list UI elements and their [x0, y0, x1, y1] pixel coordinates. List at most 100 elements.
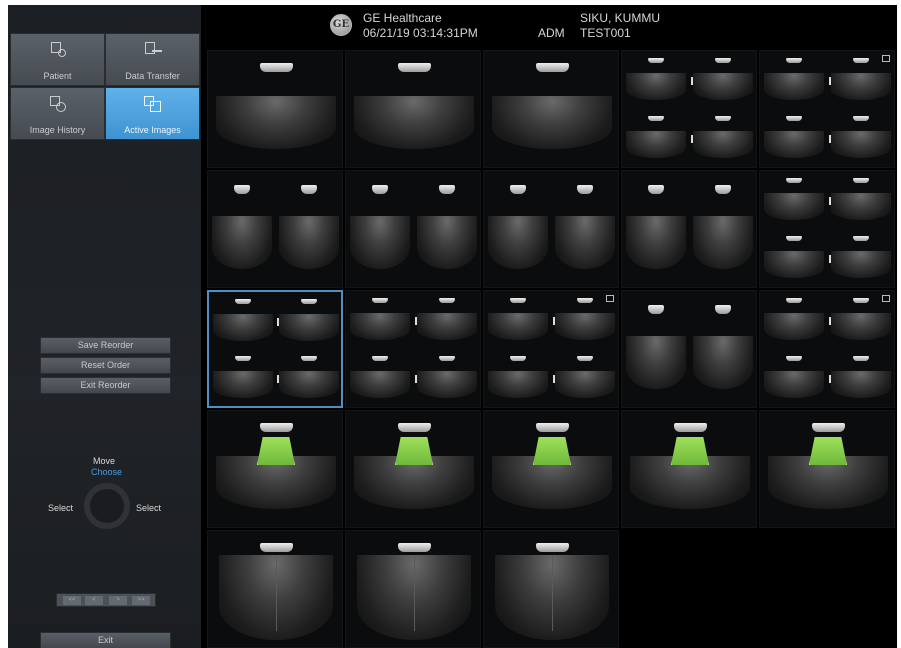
- trackball-choose-label: Choose: [91, 467, 123, 477]
- cine-last-button[interactable]: >>: [132, 596, 150, 605]
- sub-image: [208, 171, 275, 287]
- transducer-icon: [535, 62, 569, 72]
- image-thumbnail[interactable]: [345, 410, 481, 528]
- image-thumbnail[interactable]: [345, 50, 481, 168]
- ge-logo-icon: GE: [330, 14, 352, 36]
- transducer-icon: [577, 185, 593, 195]
- sub-image: [760, 51, 827, 109]
- image-thumbnail[interactable]: [759, 410, 895, 528]
- transducer-icon: [510, 298, 526, 304]
- transducer-icon: [301, 356, 317, 362]
- patient-button[interactable]: Patient: [10, 33, 105, 86]
- image-thumbnail[interactable]: [483, 290, 619, 408]
- sub-image: [551, 349, 618, 407]
- image-thumbnail[interactable]: [207, 410, 343, 528]
- marker-icon: [553, 374, 555, 383]
- ultrasound-sector: [555, 313, 615, 340]
- color-doppler-box: [532, 436, 572, 466]
- transducer-icon: [786, 236, 802, 242]
- image-thumbnail[interactable]: [345, 290, 481, 408]
- image-thumbnail[interactable]: [483, 170, 619, 288]
- transducer-icon: [853, 298, 869, 304]
- marker-icon: [829, 134, 831, 143]
- ultrasound-sector: [350, 215, 410, 269]
- image-history-button[interactable]: Image History: [10, 87, 105, 140]
- ultrasound-sector: [279, 371, 339, 398]
- cine-first-button[interactable]: <<: [63, 596, 81, 605]
- cine-next-button[interactable]: >: [109, 596, 127, 605]
- active-images-button[interactable]: Active Images: [105, 87, 200, 140]
- cine-control-bar: << < > >>: [56, 593, 156, 607]
- image-thumbnail[interactable]: [207, 530, 343, 648]
- sub-image: [622, 51, 689, 109]
- sub-image: [760, 109, 827, 167]
- sub-image: [484, 171, 551, 287]
- image-thumbnail[interactable]: [759, 290, 895, 408]
- image-thumbnail[interactable]: [483, 50, 619, 168]
- transducer-icon: [648, 305, 664, 315]
- sub-image: [551, 171, 618, 287]
- image-thumbnail[interactable]: [345, 170, 481, 288]
- sub-image: [827, 109, 894, 167]
- trackball-select-left: Select: [48, 503, 74, 513]
- sub-image: [622, 109, 689, 167]
- ultrasound-sector: [693, 335, 753, 389]
- ultrasound-sector: [350, 313, 410, 340]
- ultrasound-screen: Patient Data Transfer Image History Acti…: [8, 5, 897, 648]
- image-thumbnail[interactable]: [483, 530, 619, 648]
- image-thumbnail[interactable]: [621, 50, 757, 168]
- cine-prev-button[interactable]: <: [85, 596, 103, 605]
- image-thumbnail[interactable]: [207, 290, 343, 408]
- reset-order-button[interactable]: Reset Order: [40, 357, 171, 374]
- trackball-control: Move Choose Select Select: [48, 453, 168, 543]
- ultrasound-sector: [693, 215, 753, 269]
- image-thumbnail[interactable]: [621, 290, 757, 408]
- sub-image: [413, 349, 480, 407]
- ultrasound-sector: [213, 371, 273, 398]
- data-transfer-button[interactable]: Data Transfer: [105, 33, 200, 86]
- image-thumbnail[interactable]: [621, 410, 757, 528]
- transducer-icon: [259, 62, 293, 72]
- transducer-icon: [577, 298, 593, 304]
- exit-reorder-button[interactable]: Exit Reorder: [40, 377, 171, 394]
- patient-label: Patient: [43, 71, 72, 81]
- ultrasound-sector: [417, 371, 477, 398]
- transducer-icon: [577, 356, 593, 362]
- transducer-icon: [234, 185, 250, 195]
- report-icon: [606, 295, 614, 302]
- image-thumbnail[interactable]: [345, 530, 481, 648]
- image-thumbnail[interactable]: [207, 50, 343, 168]
- left-control-panel: Patient Data Transfer Image History Acti…: [8, 5, 201, 648]
- m-mode-line: [276, 554, 277, 632]
- image-thumbnail[interactable]: [759, 170, 895, 288]
- report-icon: [882, 55, 890, 62]
- image-thumbnail[interactable]: [483, 410, 619, 528]
- sub-image: [346, 349, 413, 407]
- transducer-icon: [235, 299, 251, 305]
- ultrasound-sector: [350, 371, 410, 398]
- image-thumbnail[interactable]: [207, 170, 343, 288]
- image-history-label: Image History: [29, 125, 86, 135]
- active-images-icon: [143, 96, 162, 112]
- ultrasound-sector: [831, 371, 891, 398]
- sub-image: [827, 229, 894, 287]
- transducer-icon: [853, 236, 869, 242]
- ultrasound-sector: [279, 314, 339, 341]
- image-thumbnail[interactable]: [621, 170, 757, 288]
- marker-icon: [277, 374, 279, 383]
- transducer-icon: [510, 185, 526, 195]
- transducer-icon: [301, 299, 317, 305]
- save-reorder-button[interactable]: Save Reorder: [40, 337, 171, 354]
- exit-button[interactable]: Exit: [40, 632, 171, 648]
- transducer-icon: [786, 116, 802, 122]
- ultrasound-sector: [764, 193, 824, 220]
- sub-image: [413, 171, 480, 287]
- ultrasound-sector: [764, 131, 824, 158]
- ultrasound-sector: [693, 131, 753, 158]
- marker-icon: [829, 374, 831, 383]
- marker-icon: [829, 316, 831, 325]
- sub-image: [484, 291, 551, 349]
- marker-icon: [829, 76, 831, 85]
- transducer-icon: [372, 185, 388, 195]
- image-thumbnail[interactable]: [759, 50, 895, 168]
